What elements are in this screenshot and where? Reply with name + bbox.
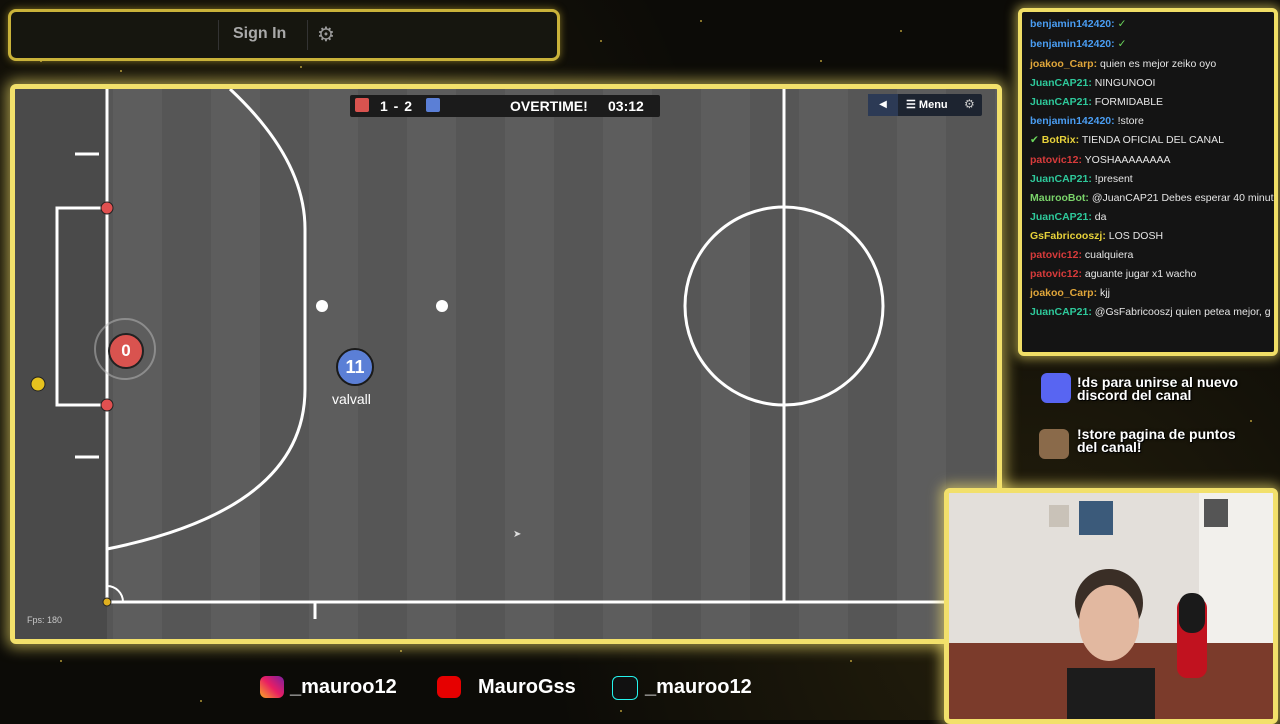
webcam-feed [944, 488, 1278, 724]
chat-text: da [1094, 211, 1107, 223]
chat-username: benjamin142420: [1030, 38, 1115, 50]
discord-icon [1041, 373, 1071, 403]
fps-counter: Fps: 180 [27, 615, 63, 625]
chat-username: JuanCAP21: [1030, 211, 1092, 223]
chat-text: kjj [1100, 287, 1110, 299]
chat-text: NINGUNOOI [1094, 77, 1156, 89]
chat-username: patovic12: [1030, 268, 1082, 280]
divider [307, 20, 308, 50]
chat-text: LOS DOSH [1108, 230, 1164, 242]
top-bar: Sign In ⚙ [8, 9, 560, 61]
chat-username: JuanCAP21: [1030, 173, 1092, 185]
chat-username: JuanCAP21: [1030, 96, 1092, 108]
chat-message: joakoo_Carp: quien es mejor zeiko oyo [1030, 58, 1216, 70]
divider [218, 20, 219, 50]
blue-player: 11 [336, 348, 374, 386]
chat-username: patovic12: [1030, 249, 1082, 261]
chat-message: benjamin142420: ✓ [1030, 38, 1127, 50]
blue-team-square [426, 98, 440, 112]
sign-in-button[interactable]: Sign In [233, 25, 286, 43]
discord-promo: !ds para unirse al nuevo discord del can… [1077, 374, 1239, 403]
score: 1 - 2 [380, 98, 414, 114]
chat-username: benjamin142420: [1030, 115, 1115, 127]
volume-icon[interactable]: ◀ [868, 94, 898, 116]
chat-message: JuanCAP21: FORMIDABLE [1030, 96, 1163, 108]
chat-panel: benjamin142420: ✓ benjamin142420: ✓ joak… [1018, 8, 1278, 356]
chat-message: GsFabricooszj: LOS DOSH [1030, 230, 1163, 242]
chat-text: YOSHAAAAAAAA [1084, 154, 1171, 166]
chat-text: @JuanCAP21 Debes esperar 40 minutos [1091, 192, 1278, 204]
chat-message: JuanCAP21: @GsFabricooszj quien petea me… [1030, 306, 1271, 318]
instagram-handle: _mauroo12 [290, 676, 397, 698]
youtube-icon [437, 676, 461, 698]
blue-player-name: valvall [332, 391, 371, 407]
game-menu-bar: ◀ ☰ Menu ⚙ [868, 94, 982, 116]
store-promo: !store pagina de puntos del canal! [1077, 426, 1236, 455]
blue-player-number: 11 [345, 357, 365, 377]
chat-message: benjamin142420: !store [1030, 115, 1144, 127]
chat-username: joakoo_Carp: [1030, 287, 1098, 299]
webcam-image [949, 493, 1273, 719]
chat-username: BotRix: [1041, 134, 1080, 146]
chat-text: aguante jugar x1 wacho [1084, 268, 1197, 280]
chat-text: FORMIDABLE [1094, 96, 1164, 108]
mouse-cursor-icon: ➤ [513, 529, 522, 540]
gear-icon[interactable]: ⚙ [317, 22, 335, 47]
chat-message: patovic12: YOSHAAAAAAAA [1030, 154, 1170, 166]
game-frame: 1 - 2 OVERTIME! 03:12 ◀ ☰ Menu ⚙ 0 11 va… [10, 84, 1002, 644]
tiktok-icon [612, 676, 638, 700]
chat-username: GsFabricooszj: [1030, 230, 1106, 242]
settings-cog-icon[interactable]: ⚙ [964, 97, 975, 111]
scoreboard: 1 - 2 OVERTIME! 03:12 [350, 95, 660, 117]
instagram-icon [260, 676, 284, 698]
chat-text: @GsFabricooszj quien petea mejor, g [1094, 306, 1271, 318]
chat-message: joakoo_Carp: kjj [1030, 287, 1110, 299]
chat-username: patovic12: [1030, 154, 1082, 166]
soccer-field [15, 89, 997, 639]
chat-text: cualquiera [1084, 249, 1134, 261]
chat-message: patovic12: aguante jugar x1 wacho [1030, 268, 1196, 280]
red-team-square [355, 98, 369, 112]
chat-text: !present [1094, 173, 1133, 185]
store-icon [1039, 429, 1069, 459]
menu-label: Menu [918, 99, 948, 111]
chat-username: MaurooBot: [1030, 192, 1089, 204]
chat-message: JuanCAP21: !present [1030, 173, 1133, 185]
youtube-handle: MauroGss [478, 676, 576, 698]
chat-username: joakoo_Carp: [1030, 58, 1098, 70]
chat-text: quien es mejor zeiko oyo [1100, 58, 1217, 70]
chat-username: JuanCAP21: [1030, 306, 1092, 318]
chat-message: benjamin142420: ✓ [1030, 18, 1127, 30]
chat-text: TIENDA OFICIAL DEL CANAL [1081, 134, 1224, 146]
chat-username: benjamin142420: [1030, 18, 1115, 30]
chat-username: JuanCAP21: [1030, 77, 1092, 89]
match-timer: 03:12 [608, 98, 644, 114]
tiktok-handle: _mauroo12 [645, 676, 752, 698]
chat-message: ✔ BotRix: TIENDA OFICIAL DEL CANAL [1030, 134, 1224, 146]
match-status: OVERTIME! [510, 98, 588, 114]
chat-message: patovic12: cualquiera [1030, 249, 1133, 261]
chat-message: JuanCAP21: NINGUNOOI [1030, 77, 1155, 89]
chat-text: !store [1117, 115, 1144, 127]
red-player: 0 [108, 333, 144, 369]
chat-message: MaurooBot: @JuanCAP21 Debes esperar 40 m… [1030, 192, 1278, 204]
menu-button[interactable]: ☰ Menu [906, 98, 948, 111]
red-player-number: 0 [121, 341, 131, 360]
chat-message: JuanCAP21: da [1030, 211, 1106, 223]
